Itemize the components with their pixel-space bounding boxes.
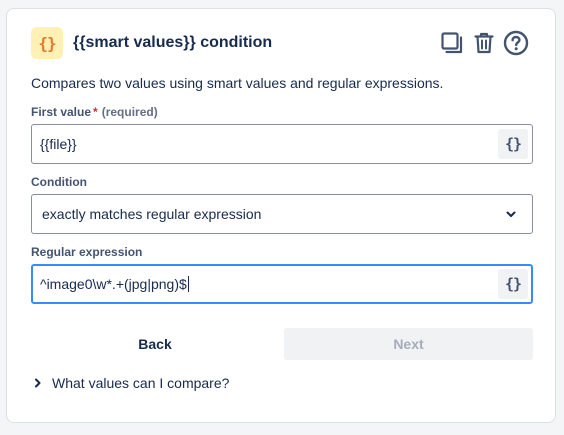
first-value-label: First value * (required): [31, 105, 158, 119]
condition-label: Condition: [31, 175, 87, 189]
next-button: Next: [284, 328, 533, 360]
duplicate-icon[interactable]: [439, 30, 465, 56]
smart-value-picker-button[interactable]: {}: [498, 129, 528, 159]
panel-title: {{smart values}} condition: [73, 34, 273, 51]
required-marker: *: [93, 105, 98, 119]
panel-description: Compares two values using smart values a…: [31, 75, 444, 91]
condition-selected-value[interactable]: exactly matches regular expression: [32, 206, 496, 222]
regex-input[interactable]: ^image0\w*.+(jpg|png)$ {}: [31, 264, 533, 304]
panel-header: {} {{smart values}} condition: [31, 27, 272, 59]
chevron-down-icon[interactable]: [496, 199, 526, 229]
smart-value-picker-button[interactable]: {}: [498, 269, 528, 299]
chevron-right-icon: [33, 376, 47, 390]
smart-values-logo-icon: {}: [31, 27, 63, 59]
condition-select[interactable]: exactly matches regular expression: [31, 194, 533, 234]
header-actions: [439, 30, 529, 56]
first-value-label-text: First value: [31, 105, 92, 119]
required-text: (required): [101, 105, 158, 119]
condition-panel: {} {{smart values}} condition Compares t…: [6, 8, 556, 423]
trash-icon[interactable]: [471, 30, 497, 56]
text-caret: [187, 276, 189, 292]
regex-label: Regular expression: [31, 245, 143, 259]
first-value-input[interactable]: {{file}} {}: [31, 124, 533, 164]
help-icon[interactable]: [503, 30, 529, 56]
regex-input-text[interactable]: ^image0\w*.+(jpg|png)$: [33, 276, 498, 292]
first-value-text[interactable]: {{file}}: [32, 136, 498, 152]
compare-help-label: What values can I compare?: [52, 375, 230, 391]
regex-value: ^image0\w*.+(jpg|png)$: [40, 276, 187, 292]
compare-help-expander[interactable]: What values can I compare?: [33, 375, 229, 391]
back-button[interactable]: Back: [31, 328, 279, 360]
